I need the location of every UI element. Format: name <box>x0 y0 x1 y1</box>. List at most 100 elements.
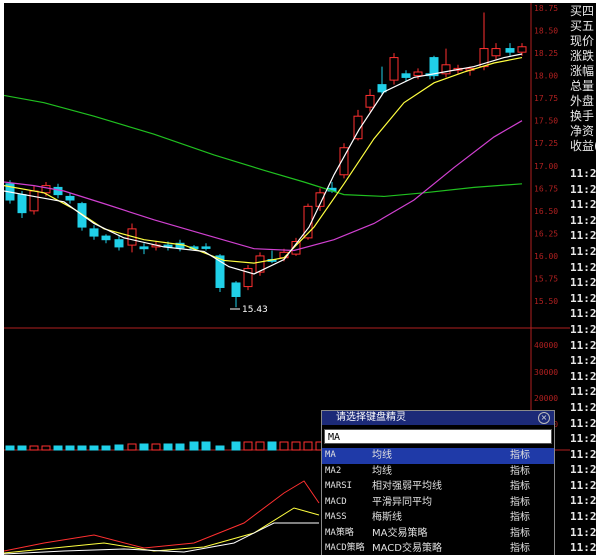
volume-tick-label: 40000 <box>534 341 558 350</box>
list-item[interactable]: MASS 梅斯线 指标 <box>322 510 554 526</box>
trade-time: 11:25 <box>570 322 596 336</box>
price-tick-label: 17.50 <box>534 117 558 126</box>
candle-body <box>401 73 411 78</box>
volume-bar <box>65 445 75 451</box>
search-input[interactable]: MA <box>324 429 552 444</box>
trade-time: 11:27 <box>570 416 596 430</box>
stock-chart-window: 18.75 18.50 18.25 18.00 17.75 17.50 17.25 17.00… <box>4 3 596 555</box>
indicator-type: 指标 <box>510 527 530 539</box>
list-item[interactable]: MA2 均线 指标 <box>322 464 554 480</box>
trade-time: 11:26 <box>570 354 596 368</box>
price-tick-label: 18.75 <box>534 4 558 13</box>
trade-time: 11:24 <box>570 167 596 180</box>
indicator-code: MA策略 <box>325 527 354 538</box>
indicator-code: MARSI <box>325 481 353 491</box>
volume-bar <box>279 441 289 451</box>
volume-bar <box>77 445 87 451</box>
trade-time: 11:27 <box>570 525 596 539</box>
quote-field-label: 涨幅 <box>570 64 595 78</box>
price-tick-label: 17.00 <box>534 162 558 171</box>
indicator-code: MA <box>325 450 336 460</box>
indicator-code: MACD策略 <box>325 543 365 553</box>
indicator-name: 相对强弱平均线 <box>372 481 442 492</box>
indicator-name: MACD交易策略 <box>372 543 442 554</box>
trade-time-list: 11:2411:2411:2411:2411:2411:2411:2511:25… <box>570 166 596 555</box>
quote-field-label: 外盘 <box>570 94 595 108</box>
trade-time: 11:25 <box>570 338 596 352</box>
ma60-line <box>4 94 523 198</box>
trade-time: 11:24 <box>570 198 596 212</box>
quote-field-label: 收益( <box>570 139 596 153</box>
indicator-line <box>4 522 319 555</box>
volume-bar <box>243 441 253 451</box>
indicator-type: 指标 <box>510 481 530 492</box>
trade-time: 11:24 <box>570 213 596 227</box>
volume-bar <box>189 441 199 451</box>
list-item[interactable]: MACD策略 MACD交易策略 指标 <box>322 541 554 555</box>
list-item[interactable]: MA策略 MA交易策略 指标 <box>322 526 554 542</box>
indicator-name: MA交易策略 <box>372 527 428 539</box>
candle-body <box>517 46 527 53</box>
candle-body <box>365 94 375 108</box>
indicator-name: 均线 <box>372 465 392 477</box>
trade-time: 11:24 <box>570 182 596 196</box>
indicator-type: 指标 <box>510 543 530 554</box>
list-item[interactable]: MACD 平滑异同平均 指标 <box>322 495 554 511</box>
low-price-marker: 15.43 <box>242 305 268 315</box>
price-tick-label: 16.50 <box>534 207 558 216</box>
candle-body <box>377 84 387 93</box>
volume-bar <box>255 441 265 451</box>
volume-tick-label: 20000 <box>534 394 558 403</box>
candle-body <box>114 239 124 248</box>
trade-time: 11:27 <box>570 432 596 446</box>
volume-bar <box>231 441 241 451</box>
indicator-type: 指标 <box>510 465 530 477</box>
indicator-line <box>4 480 320 552</box>
candle-body <box>89 228 99 237</box>
volume-bar <box>41 445 51 451</box>
volume-bar <box>267 441 277 451</box>
trade-time: 11:24 <box>570 229 596 243</box>
candle-body <box>17 194 27 214</box>
trade-time: 11:25 <box>570 276 596 290</box>
indicator-code: MACD <box>325 496 347 507</box>
volume-bar <box>5 445 15 451</box>
trade-time: 11:27 <box>570 510 596 524</box>
quote-field-label: 买四 <box>570 4 595 18</box>
candle-body <box>413 71 423 77</box>
candle-body <box>389 57 399 81</box>
volume-bar <box>175 443 185 451</box>
volume-bar <box>291 441 301 451</box>
list-item[interactable]: MARSI 相对强弱平均线 指标 <box>322 479 554 495</box>
popup-title: 请选择键盘精灵 <box>336 412 406 423</box>
price-tick-label: 17.75 <box>534 94 558 103</box>
indicator-type: 指标 <box>510 512 530 523</box>
indicator-name: 均线 <box>372 450 392 461</box>
trade-time: 11:26 <box>570 369 596 383</box>
list-item[interactable]: MA 均线 指标 <box>322 448 554 464</box>
ma20-line <box>4 120 523 252</box>
quote-field-label: 净资 <box>570 124 595 138</box>
volume-bar <box>127 443 137 451</box>
volume-tick-label: 30000 <box>534 368 558 377</box>
price-tick-label: 18.50 <box>534 27 558 36</box>
volume-bar <box>53 445 63 451</box>
candle-body <box>491 48 501 57</box>
price-tick-label: 15.75 <box>534 274 558 283</box>
trade-time: 11:25 <box>570 260 596 274</box>
trade-time: 11:26 <box>570 385 596 399</box>
trade-time: 11:26 <box>570 400 596 414</box>
ma5-line <box>4 53 523 275</box>
volume-bar <box>114 444 124 451</box>
close-icon[interactable]: × <box>538 412 550 424</box>
quote-info-panel: 买四 买五 现价 涨跌 涨幅 总量 外盘 换手 净资 收益( <box>570 4 596 154</box>
indicator-code: MA2 <box>325 465 342 476</box>
indicator-list: MA 均线 指标 MA2 均线 指标 MARSI 相对强弱平均线 指标 MACD… <box>322 448 554 555</box>
keyboard-wizard-popup: 请选择键盘精灵 × MA MA 均线 指标 MA2 均线 指标 MARSI 相对… <box>321 410 555 555</box>
price-tick-label: 18.25 <box>534 49 558 58</box>
trade-time: 11:25 <box>570 291 596 305</box>
price-tick-label: 15.50 <box>534 297 558 306</box>
trade-time: 11:27 <box>570 447 596 461</box>
quote-field-label: 换手 <box>570 109 595 123</box>
volume-bar <box>151 443 161 451</box>
